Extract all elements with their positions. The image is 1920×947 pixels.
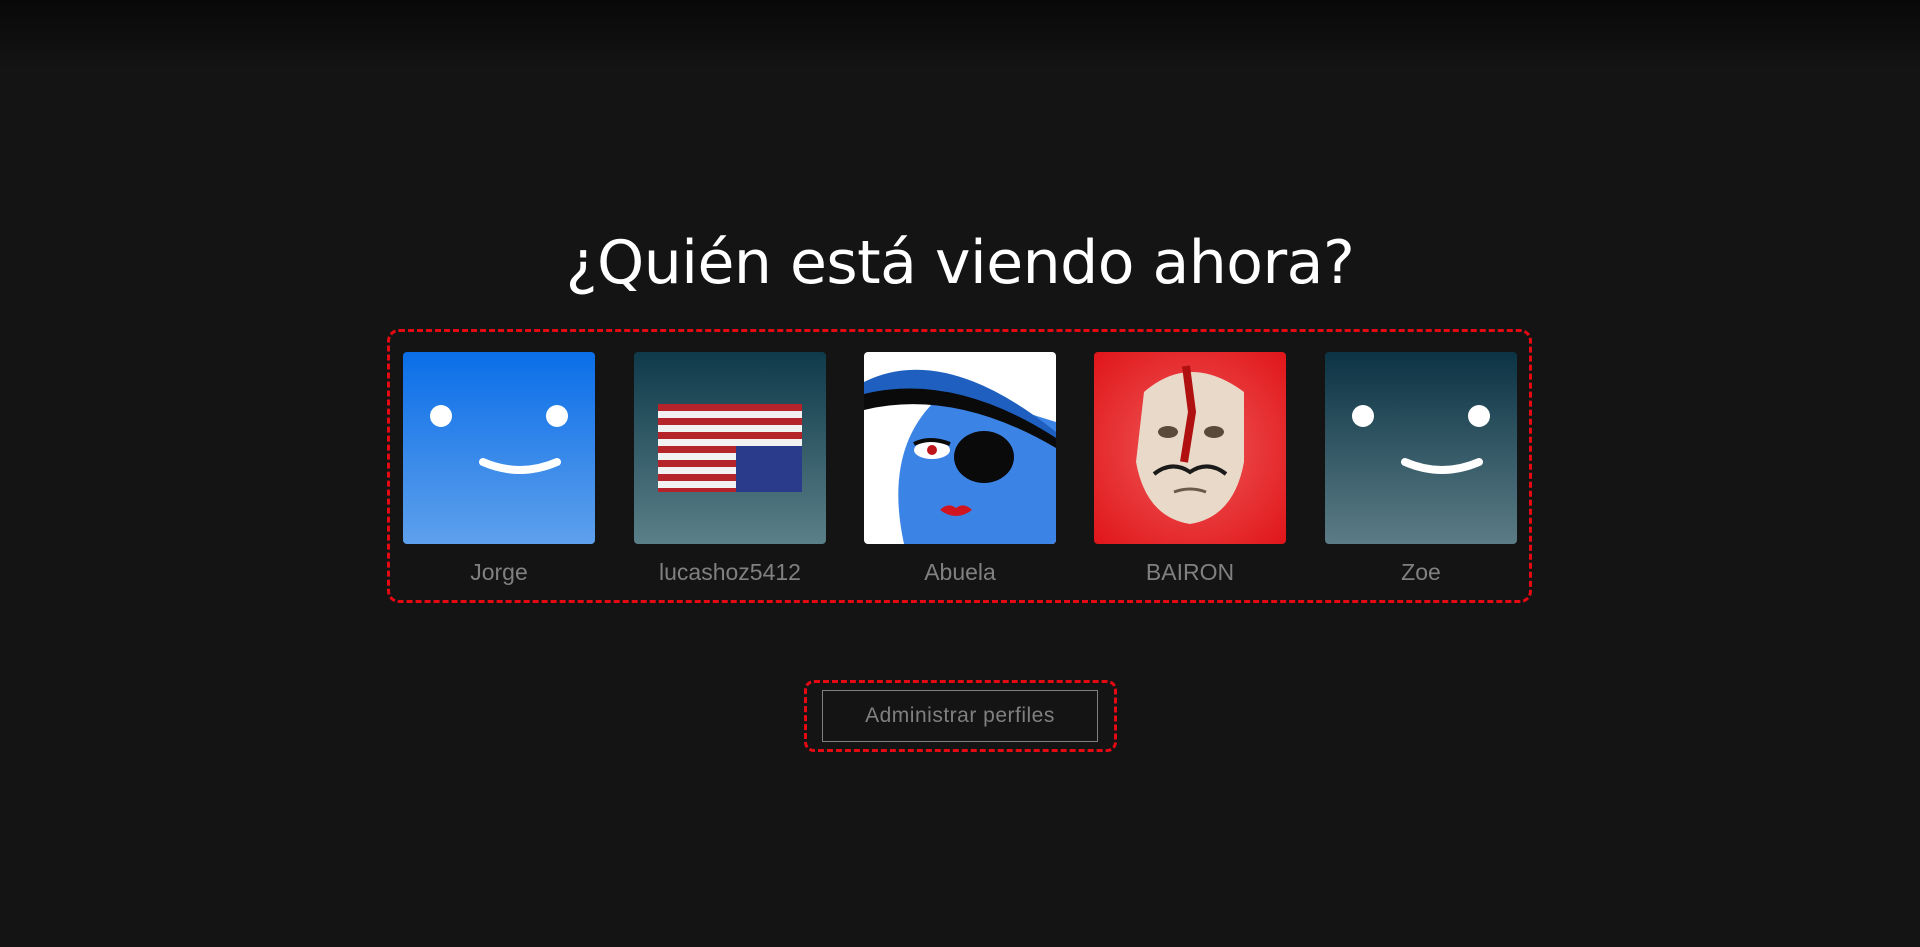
profile-name: BAIRON — [1145, 559, 1235, 585]
eyepatch-face-avatar-icon[interactable] — [864, 352, 1056, 544]
flag-avatar-icon[interactable] — [634, 352, 826, 544]
page-title: ¿Quién está viendo ahora? — [565, 228, 1355, 298]
manage-profiles-button[interactable]: Administrar perfiles — [822, 690, 1098, 742]
profile-jorge[interactable]: Jorge — [403, 352, 595, 586]
mask-avatar-icon[interactable] — [1094, 352, 1286, 544]
profile-name: Abuela — [924, 559, 996, 585]
profile-name: Jorge — [470, 559, 528, 585]
profile-name: lucashoz5412 — [659, 559, 801, 585]
smiley-teal-avatar-icon[interactable] — [1325, 352, 1517, 544]
profile-zoe[interactable]: Zoe — [1325, 352, 1517, 586]
profile-bairon[interactable]: BAIRON — [1094, 352, 1286, 586]
top-gradient — [0, 0, 1920, 70]
profile-name: Zoe — [1401, 559, 1441, 585]
profile-lucashoz5412[interactable]: lucashoz5412 — [634, 352, 826, 586]
smiley-blue-avatar-icon[interactable] — [403, 352, 595, 544]
profile-abuela[interactable]: Abuela — [864, 352, 1056, 586]
